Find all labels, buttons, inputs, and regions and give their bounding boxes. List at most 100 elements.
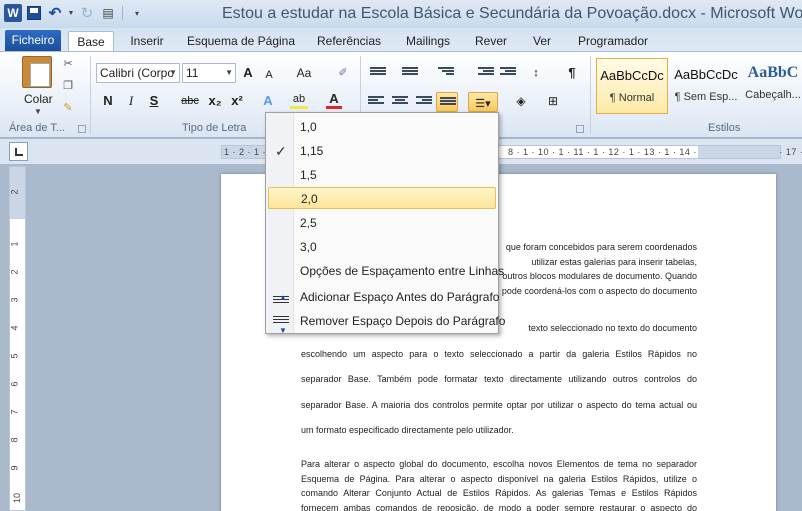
tab-selector-button[interactable] [9, 142, 28, 161]
paragraph-3[interactable]: Para alterar o aspecto global do documen… [301, 457, 697, 511]
styles-group-label: Estilos [708, 122, 741, 134]
undo-icon[interactable]: ↶ [46, 4, 64, 22]
paste-dropdown-icon[interactable]: ▼ [34, 107, 42, 116]
line-spacing-option[interactable]: 2,5 [268, 212, 496, 234]
option-label: Remover Espaço Depois do Parágrafo [300, 314, 506, 328]
font-name-combo[interactable]: Calibri (Corpo ▼ [96, 63, 180, 83]
strikethrough-button[interactable]: abc [178, 91, 202, 111]
tab-file[interactable]: Ficheiro [5, 30, 61, 51]
vertical-ruler[interactable]: 2 1 2 3 4 5 6 7 8 9 10 [9, 166, 26, 511]
text-line: Para alterar o aspecto global do documen… [301, 459, 697, 469]
superscript-button[interactable]: x² [228, 91, 246, 111]
align-center-icon[interactable] [392, 95, 408, 109]
option-label: 1,15 [300, 144, 324, 158]
show-formatting-marks-button[interactable]: ¶ [564, 63, 580, 83]
line-spacing-menu: 1,0 ✓ 1,15 1,5 2,0 2,5 3,0 Opções de Espa… [265, 112, 505, 335]
align-right-icon[interactable] [416, 95, 432, 109]
vruler-label: 5 [9, 353, 20, 359]
option-label: 1,0 [300, 120, 317, 134]
numbering-icon[interactable] [402, 66, 418, 80]
bullets-icon[interactable] [370, 66, 386, 80]
group-separator [90, 56, 91, 134]
redo-icon[interactable]: ↻ [78, 4, 96, 22]
line-spacing-option[interactable]: 3,0 [268, 236, 496, 258]
sort-icon[interactable]: ↕ [528, 63, 544, 83]
text-line: comando Alterar Conjunto Actual de Estil… [301, 488, 697, 498]
clipboard-dialog-launcher[interactable] [78, 125, 86, 133]
tab-home[interactable]: Base [68, 31, 114, 53]
add-space-before-item[interactable]: ▲ Adicionar Espaço Antes do Parágrafo [268, 286, 500, 308]
shading-icon[interactable]: ◈ [512, 91, 530, 111]
align-left-icon[interactable] [368, 95, 384, 109]
justify-button[interactable] [436, 92, 458, 112]
undo-dropdown-icon[interactable]: ▼ [67, 4, 75, 22]
justify-icon [440, 96, 456, 110]
italic-button[interactable]: I [124, 91, 138, 111]
tab-page-layout[interactable]: Esquema de Página [184, 31, 298, 53]
vruler-label: 10 [12, 492, 23, 504]
copy-icon[interactable]: ❐ [60, 78, 76, 94]
cut-icon[interactable]: ✂ [60, 56, 76, 72]
style-name: ¶ Normal [609, 92, 655, 104]
font-color-button[interactable]: A [326, 89, 342, 109]
line-spacing-button[interactable]: ☰▾ [468, 92, 498, 112]
vruler-label: 2 [9, 269, 20, 275]
tab-insert[interactable]: Inserir [124, 31, 170, 53]
format-painter-icon[interactable]: ✎ [60, 100, 76, 116]
text-line: escolhendo um aspecto para o texto selec… [301, 348, 697, 359]
decrease-indent-icon[interactable] [478, 66, 494, 80]
tab-developer[interactable]: Programador [572, 31, 654, 53]
subscript-button[interactable]: x₂ [206, 91, 224, 111]
tab-mailings[interactable]: Mailings [400, 31, 456, 53]
underline-button[interactable]: S [146, 91, 162, 111]
space-before-icon: ▲ [273, 290, 289, 304]
print-preview-icon[interactable]: ▤ [99, 4, 117, 22]
window-title: Estou a estudar na Escola Básica e Secun… [222, 5, 802, 22]
clear-formatting-button[interactable]: ✐ [334, 63, 352, 83]
bold-button[interactable]: N [100, 91, 116, 111]
paragraph-2[interactable]: texto seleccionado no texto do documento… [301, 316, 697, 444]
line-spacing-option[interactable]: 2,0 [268, 187, 496, 209]
text-effects-button[interactable]: A [260, 91, 276, 111]
text-line: separador Base. Também pode formatar tex… [301, 374, 697, 384]
shrink-font-button[interactable]: A [262, 65, 276, 85]
style-name: ¶ Sem Esp... [674, 91, 738, 103]
right-workspace [776, 164, 802, 511]
remove-space-after-item[interactable]: ▼ Remover Espaço Depois do Parágrafo [268, 310, 505, 335]
option-label: Opções de Espaçamento entre Linhas [300, 264, 505, 278]
line-spacing-option[interactable]: 1,5 [268, 164, 496, 186]
line-spacing-option[interactable]: ✓ 1,15 [268, 140, 496, 162]
word-app-icon[interactable]: W [4, 4, 22, 22]
multilevel-list-icon[interactable] [438, 66, 454, 80]
highlight-button[interactable]: ab [290, 89, 308, 109]
customize-qat-icon[interactable]: ▾ [128, 4, 146, 22]
clipboard-group-label: Área de T... [9, 122, 66, 134]
vruler-label: 2 [9, 189, 20, 195]
tab-review[interactable]: Rever [470, 31, 512, 53]
save-icon[interactable] [25, 4, 43, 22]
paste-icon[interactable] [22, 56, 52, 88]
font-size-combo[interactable]: 11 ▼ [182, 63, 236, 83]
qat-separator [122, 6, 123, 20]
vruler-label: 7 [9, 409, 20, 415]
paragraph-dialog-launcher[interactable] [576, 125, 584, 133]
line-spacing-options-item[interactable]: Opções de Espaçamento entre Linhas [268, 260, 504, 282]
style-preview: AaBbC [747, 64, 799, 81]
style-normal[interactable]: AaBbCcDc ¶ Normal [596, 58, 668, 114]
option-label: Adicionar Espaço Antes do Parágrafo [300, 290, 500, 304]
vruler-label: 8 [9, 437, 20, 443]
paste-button-label[interactable]: Colar [24, 92, 53, 106]
vruler-label: 3 [9, 297, 20, 303]
increase-indent-icon[interactable] [500, 66, 516, 80]
text-line: Esquema de Página. Para alterar o aspect… [301, 473, 697, 484]
style-heading-1[interactable]: AaBbC Cabeçalh... [744, 58, 802, 114]
line-spacing-option[interactable]: 1,0 [268, 116, 496, 138]
style-no-spacing[interactable]: AaBbCcDc ¶ Sem Esp... [670, 58, 742, 114]
grow-font-button[interactable]: A [240, 63, 256, 83]
tab-references[interactable]: Referências [312, 31, 386, 53]
change-case-button[interactable]: Aa [292, 63, 316, 83]
option-label: 1,5 [300, 168, 317, 182]
ruler-margin-right [698, 146, 780, 158]
borders-icon[interactable]: ⊞ [544, 91, 562, 111]
tab-view[interactable]: Ver [526, 31, 558, 53]
